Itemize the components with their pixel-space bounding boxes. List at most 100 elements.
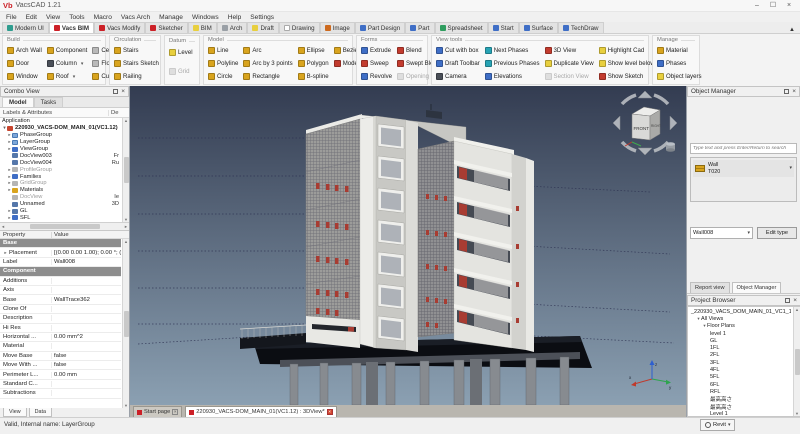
nav-right-arrow-icon[interactable] [670,116,677,130]
ribbon-button-polyline[interactable]: Polyline [208,57,238,70]
scroll-up-icon[interactable]: ▲ [795,307,799,312]
nav-rotate-icon[interactable] [654,142,668,151]
close-panel-icon[interactable]: × [793,298,797,303]
scrollbar-thumb[interactable] [124,311,129,337]
tree-item-gridgroup[interactable]: ▸GridGroup [0,180,121,187]
tree-item-docview003[interactable]: DocView003Fr [0,152,121,159]
workbench-tab-vacs-bim[interactable]: Vacs BIM [49,22,94,33]
workbench-tab-part[interactable]: Part [405,22,434,33]
pb-item-max-height-1[interactable]: 最高高さ [690,396,791,403]
property-row-subtractions[interactable]: Subtractions [0,389,121,398]
close-tab-icon[interactable]: × [172,409,178,415]
pb-item-3fl[interactable]: 3FL [690,359,791,366]
object-type-item-wall-t020[interactable]: WallT020 ▾ [693,160,794,177]
ribbon-button-polygon[interactable]: Polygon [298,57,329,70]
scroll-down-icon[interactable]: ▼ [124,217,128,222]
tab-model[interactable]: Model [2,97,34,107]
ribbon-button-component[interactable]: Component [47,44,88,57]
workbench-tab-bim[interactable]: BIM [188,22,217,33]
ribbon-button-sweep[interactable]: Sweep [361,57,392,70]
tab-data[interactable]: Data [29,408,52,417]
ribbon-button-elevations[interactable]: Elevations [485,70,540,83]
pb-item-all-views[interactable]: ▾All Views [690,315,791,322]
property-vertical-scrollbar[interactable]: ▲▼ [122,239,129,408]
pb-item-2fl[interactable]: 2FL [690,352,791,359]
workbench-tab-surface[interactable]: Surface [519,22,558,33]
pb-item-1fl[interactable]: 1FL [690,344,791,351]
menu-item-settings[interactable]: Settings [250,14,274,21]
menu-item-view[interactable]: View [46,14,60,21]
ribbon-button-window[interactable]: Window [7,70,42,83]
workbench-tab-draft[interactable]: Draft [247,22,278,33]
property-row-base[interactable]: BaseWallTrace362 [0,295,121,304]
close-panel-icon[interactable]: × [121,89,125,94]
ribbon-button-b-spline[interactable]: B-spline [298,70,329,83]
ribbon-button-level[interactable]: Level [169,46,193,59]
ribbon-button-arch-wall[interactable]: Arch Wall [7,44,42,57]
tab-report-view[interactable]: Report view [690,282,730,293]
workbench-tab-spreadsheet[interactable]: Spreadsheet [435,22,488,33]
nav-menu-icon[interactable] [666,142,675,152]
pb-item-6fl[interactable]: 6FL [690,381,791,388]
workbench-tab-modern-ui[interactable]: Modern UI [2,22,49,33]
chevron-down-icon[interactable]: ▾ [789,166,792,172]
3d-building-model[interactable] [130,86,686,405]
property-row-perimeter[interactable]: Perimeter L...0.00 mm [0,370,121,379]
scroll-left-icon[interactable]: ◄ [1,224,5,229]
type-dropdown[interactable]: Wall008▾ [690,227,753,239]
tree-item-profilegroup[interactable]: ▸ProfileGroup [0,166,121,173]
property-row-move-with[interactable]: Move With ...false [0,361,121,370]
tree-item-layergroup[interactable]: ▸LayerGroup [0,139,121,146]
property-group-component[interactable]: Component [0,267,121,276]
ribbon-button-column[interactable]: Column [47,57,88,70]
property-row-placement[interactable]: ▸Placement[(0.00 0.00 1.00); 0.00 °; (0.… [0,248,121,257]
scrollbar-thumb[interactable] [124,157,129,183]
tab-view[interactable]: View [3,408,27,417]
scroll-down-icon[interactable]: ▼ [795,411,799,416]
ribbon-button-railing[interactable]: Railing [114,70,159,83]
object-search-input[interactable] [690,143,797,154]
pb-item-gl[interactable]: GL [690,337,791,344]
workbench-tab-part-design[interactable]: Part Design [355,22,405,33]
document-tab-3dview[interactable]: 220930_VACS-DOM_MAIN_01(VC1.12) : 3DView… [185,406,336,417]
tree-item-gl[interactable]: ▸GL [0,208,121,215]
ribbon-button-revolve[interactable]: Revolve [361,70,392,83]
float-panel-icon[interactable] [784,89,789,94]
ribbon-button-arc[interactable]: Arc [243,44,292,57]
scroll-down-icon[interactable]: ▼ [124,403,128,408]
scroll-up-icon[interactable]: ▲ [124,118,128,123]
tree-vertical-scrollbar[interactable]: ▲▼ [122,118,129,222]
3d-viewport[interactable]: FRONT RIGHT x y z [130,86,686,405]
ribbon-button-stairs-sketch[interactable]: Stairs Sketch [114,57,159,70]
navigation-cube[interactable]: FRONT RIGHT [608,90,682,160]
property-group-base[interactable]: Base [0,239,121,248]
pb-item-5fl[interactable]: 5FL [690,374,791,381]
ribbon-button-roof[interactable]: Roof [47,70,88,83]
ribbon-button-phases[interactable]: Phases [657,57,702,70]
tree-item-viewgroup[interactable]: ▸ViewGroup [0,146,121,153]
pb-item-project[interactable]: _220930_VACS_DOM_MAIN_01_VC1_12_ [690,308,791,315]
document-tab-start-page[interactable]: Start page× [133,406,182,417]
property-row-move-base[interactable]: Move Basefalse [0,352,121,361]
workbench-tab-arch[interactable]: Arch [217,22,248,33]
ribbon-button-door[interactable]: Door [7,57,42,70]
close-tab-icon[interactable]: × [327,409,333,415]
nav-rotate-left-icon[interactable] [622,95,636,104]
pb-item-rfl[interactable]: RFL [690,388,791,395]
menu-item-manage[interactable]: Manage [159,14,183,21]
tree-item-application[interactable]: Application [0,118,121,125]
property-row-hi-res[interactable]: Hi Res [0,324,121,333]
ribbon-button-show-sketch[interactable]: Show Sketch [599,70,655,83]
property-row-additions[interactable]: Additions [0,277,121,286]
edit-type-button[interactable]: Edit type [757,227,797,239]
nav-rotate-right-icon[interactable] [654,95,668,104]
ribbon-button-highlight-cad[interactable]: Highlight Cad [599,44,655,57]
menu-item-macro[interactable]: Macro [94,14,112,21]
tree-item-materials[interactable]: ▸Materials [0,187,121,194]
property-row-horizontal-area[interactable]: Horizontal ...0.00 mm^2 [0,333,121,342]
maximize-button[interactable]: ☐ [765,0,781,11]
revit-mode-button[interactable]: Revit ▾ [700,419,735,431]
scroll-up-icon[interactable]: ▲ [124,239,128,244]
ribbon-button-camera[interactable]: Camera [436,70,480,83]
tree-item-docview[interactable]: DocViewIe [0,194,121,201]
